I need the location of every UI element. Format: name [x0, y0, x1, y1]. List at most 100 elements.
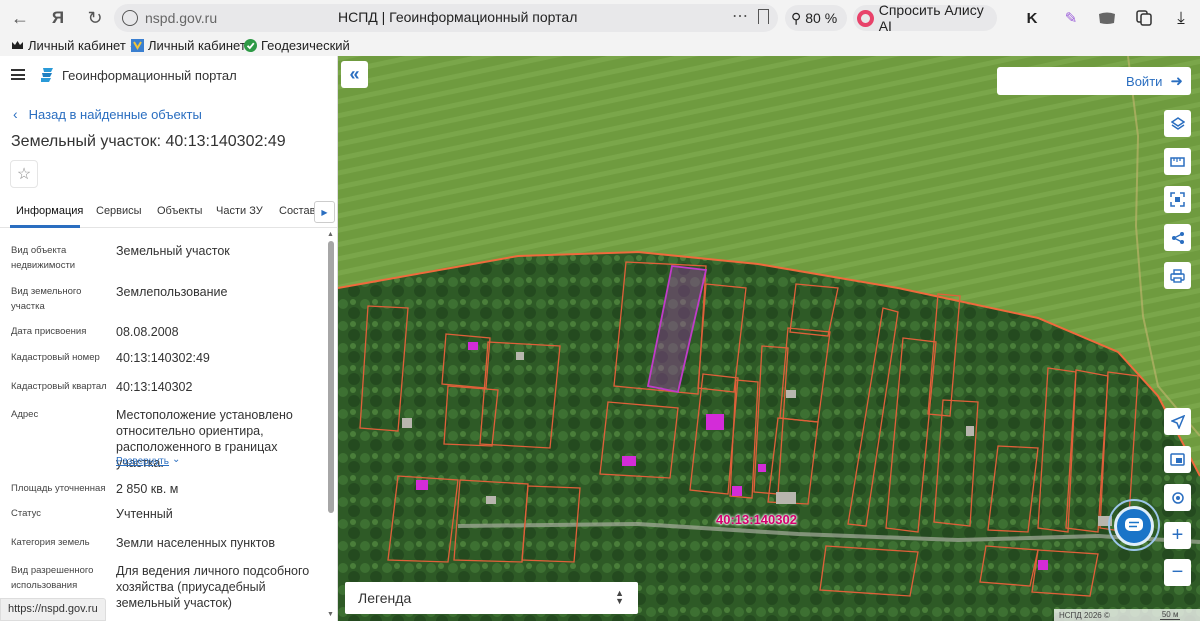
- login-icon: ➜: [1170, 73, 1183, 90]
- location-arrow-icon: [1170, 414, 1185, 429]
- print-button[interactable]: [1164, 262, 1191, 289]
- tab-composition[interactable]: Состав: [279, 205, 315, 217]
- satellite-map[interactable]: [338, 56, 1200, 621]
- yandex-icon[interactable]: Я: [45, 6, 71, 30]
- k-extension-icon[interactable]: K: [1021, 8, 1043, 28]
- expand-address-link[interactable]: Развернуть: [116, 456, 169, 467]
- favorite-star-icon[interactable]: ☆: [10, 160, 38, 188]
- layers-icon: [1170, 116, 1185, 130]
- ruler-button[interactable]: [1164, 148, 1191, 175]
- select-area-icon: [1170, 192, 1185, 207]
- attribute-key: Адрес: [11, 409, 39, 420]
- login-label: Войти: [1126, 73, 1163, 89]
- attribute-key: Вид объекта недвижимости: [11, 245, 76, 271]
- map-view[interactable]: [338, 56, 1200, 621]
- site-info-icon[interactable]: [122, 10, 138, 26]
- bookmark-label: Геодезический к: [261, 38, 351, 53]
- back-to-results-link[interactable]: ‹ Назад в найденные объекты: [13, 106, 202, 122]
- cadastral-quarter-label: 40:13:140302: [716, 512, 797, 527]
- collapse-panel-button[interactable]: «: [341, 61, 368, 88]
- attribute-key: Кадастровый квартал: [11, 381, 107, 392]
- alice-icon: [857, 9, 874, 27]
- attribute-value: 08.08.2008: [116, 325, 179, 339]
- bookmark-label: Личный кабинет: [148, 38, 246, 53]
- chat-button[interactable]: [1114, 506, 1154, 546]
- portal-name: Геоинформационный портал: [62, 68, 237, 83]
- scrollbar-thumb[interactable]: [328, 241, 334, 513]
- address-bar[interactable]: nspd.gov.ru НСПД | Геоинформационный пор…: [114, 4, 778, 32]
- object-heading: Земельный участок: 40:13:140302:49: [11, 133, 286, 150]
- legend-label: Легенда: [358, 590, 412, 606]
- back-arrow-icon[interactable]: ←: [7, 6, 33, 30]
- attribute-value: Для ведения личного подсобного хозяйства…: [116, 564, 310, 610]
- bookmark-item[interactable]: Личный кабинет: [131, 38, 246, 53]
- portal-logo-icon: [41, 68, 53, 82]
- bookmark-item[interactable]: Геодезический к: [244, 38, 351, 53]
- pen-extension-icon[interactable]: ✎: [1060, 8, 1082, 28]
- updown-chevron-icon: ▲ ▼: [615, 588, 624, 606]
- legend-dropdown[interactable]: Легенда ▲ ▼: [345, 582, 638, 614]
- zoom-indicator[interactable]: ⚲ 80 %: [785, 5, 847, 31]
- basemap-button[interactable]: [1164, 446, 1191, 473]
- chat-icon: [1125, 518, 1143, 531]
- layers-button[interactable]: [1164, 110, 1191, 137]
- attribute-value: Землепользование: [116, 285, 228, 299]
- check-circle-icon: [244, 39, 257, 52]
- bookmark-icon[interactable]: [758, 9, 769, 24]
- scale-bar-label: 50 м: [1159, 610, 1181, 620]
- locate-me-button[interactable]: [1164, 408, 1191, 435]
- zoom-in-button[interactable]: +: [1164, 522, 1191, 549]
- select-area-button[interactable]: [1164, 186, 1191, 213]
- collections-icon[interactable]: [1133, 8, 1155, 28]
- active-tab-indicator: [10, 225, 80, 228]
- bookmark-label: Личный кабинет: [28, 38, 126, 53]
- tab-bar: Информация Сервисы Объекты Части ЗУ Сост…: [0, 196, 337, 228]
- tab-services[interactable]: Сервисы: [96, 205, 142, 217]
- bookmarks-bar: Личный кабинет - Личный кабинет Геодезич…: [0, 36, 1200, 56]
- back-link-label: Назад в найденные объекты: [28, 106, 202, 122]
- download-icon[interactable]: ⤓: [1170, 8, 1192, 28]
- address-url[interactable]: nspd.gov.ru: [145, 10, 217, 26]
- alice-label: Спросить Алису AI: [878, 2, 984, 34]
- panel-scrollbar[interactable]: ▲ ▼: [326, 231, 336, 621]
- search-map-button[interactable]: [1164, 484, 1191, 511]
- tab-parts[interactable]: Части ЗУ: [216, 205, 263, 217]
- search-location-icon: [1171, 491, 1184, 504]
- ruler-icon: [1170, 156, 1185, 167]
- wallet-extension-icon[interactable]: [1096, 8, 1118, 28]
- zoom-value: 80 %: [805, 10, 838, 26]
- print-icon: [1170, 268, 1185, 283]
- attribute-key: Вид земельного участка: [11, 286, 82, 312]
- reload-icon[interactable]: ↻: [82, 6, 108, 30]
- chevron-left-icon: ‹: [13, 106, 18, 122]
- attribute-key: Площадь уточненная: [11, 483, 106, 494]
- attribute-key: Кадастровый номер: [11, 352, 100, 363]
- attribute-value: Земельный участок: [116, 244, 230, 258]
- attribute-value: 40:13:140302: [116, 380, 193, 394]
- login-button[interactable]: Войти ➜: [997, 67, 1191, 95]
- bookmark-item[interactable]: Личный кабинет -: [11, 38, 134, 53]
- basemap-icon: [1170, 453, 1185, 466]
- menu-icon[interactable]: [11, 69, 25, 80]
- attribute-key: Вид разрешенного использования: [11, 565, 94, 591]
- status-bar-url: https://nspd.gov.ru: [0, 598, 106, 621]
- browser-toolbar: ← Я ↻ nspd.gov.ru НСПД | Геоинформационн…: [0, 0, 1200, 36]
- tab-objects[interactable]: Объекты: [157, 205, 202, 217]
- more-dots-icon[interactable]: ⋯: [732, 6, 749, 26]
- attribute-value: 2 850 кв. м: [116, 482, 179, 496]
- scroll-up-icon[interactable]: ▲: [327, 231, 334, 238]
- attribute-key: Дата присвоения: [11, 326, 87, 337]
- emblem-icon: [131, 39, 144, 52]
- attribute-key: Статус: [11, 508, 42, 519]
- share-button[interactable]: [1164, 224, 1191, 251]
- scroll-down-icon[interactable]: ▼: [327, 611, 334, 618]
- page-title: НСПД | Геоинформационный портал: [338, 9, 578, 25]
- crown-icon: [12, 41, 23, 49]
- alice-button[interactable]: Спросить Алису AI: [853, 2, 997, 34]
- attribute-value: 40:13:140302:49: [116, 351, 210, 365]
- tabs-scroll-right-icon[interactable]: ▶: [314, 201, 335, 223]
- map-attribution: НСПД 2026 © 50 м: [1054, 609, 1200, 621]
- chevron-down-icon[interactable]: ⌄: [172, 454, 180, 465]
- zoom-out-button[interactable]: −: [1164, 559, 1191, 586]
- tab-info[interactable]: Информация: [16, 205, 83, 217]
